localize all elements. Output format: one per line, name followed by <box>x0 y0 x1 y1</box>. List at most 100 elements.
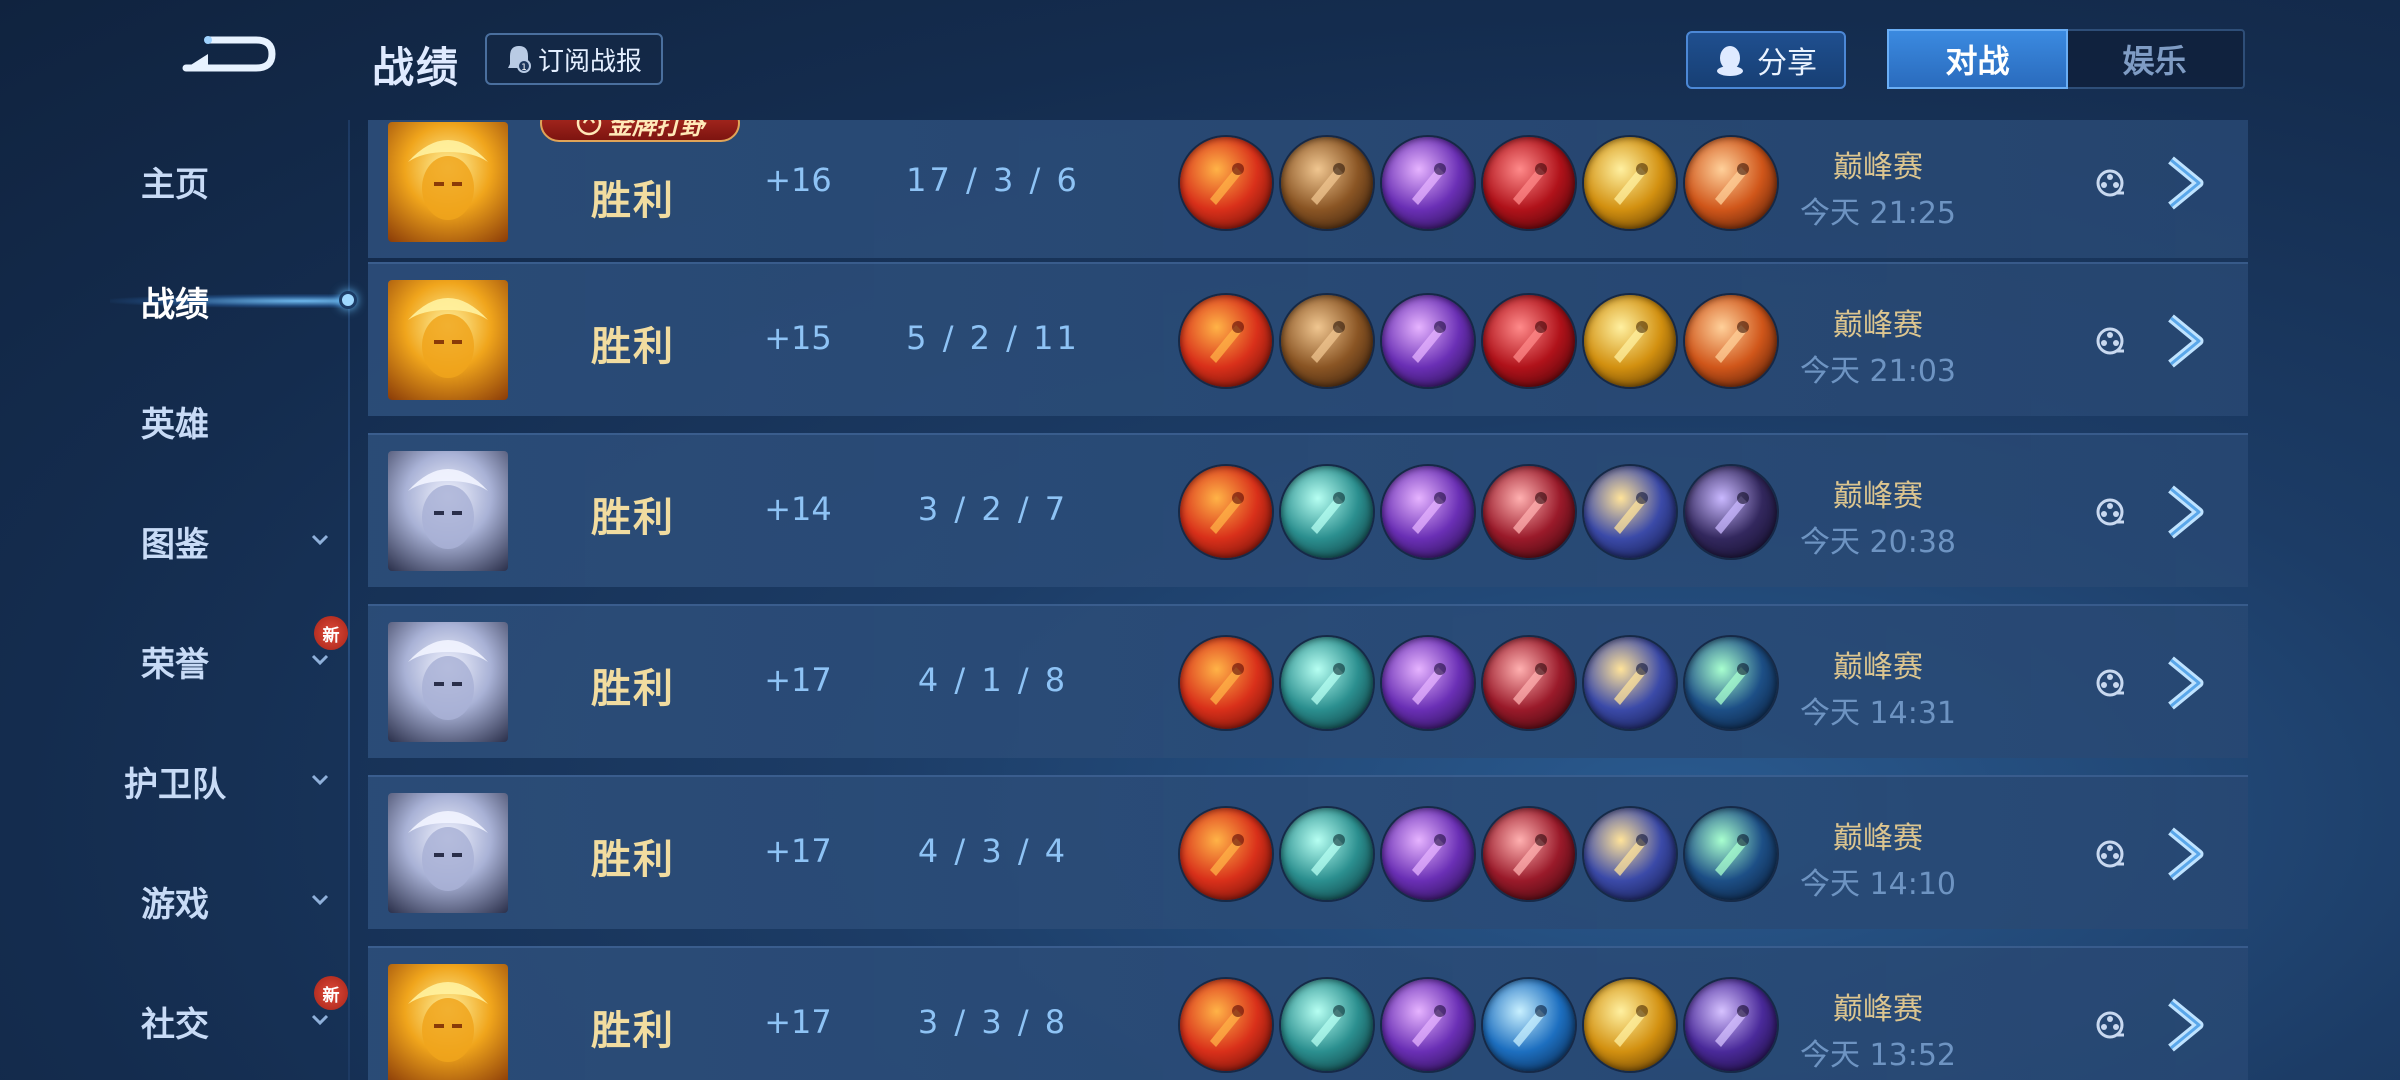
red-dagger-icon[interactable] <box>1180 137 1272 229</box>
sidebar-item-guard-team[interactable]: 护卫队 <box>0 746 350 816</box>
purple-axe-icon[interactable] <box>1382 137 1474 229</box>
purple-axe-icon[interactable] <box>1382 466 1474 558</box>
item-build <box>1180 979 1777 1071</box>
violet-spear-icon[interactable] <box>1685 979 1777 1071</box>
chevron-right-icon[interactable] <box>2163 156 2211 210</box>
badge-label: 金牌打野 <box>608 120 704 140</box>
chevron-down-icon <box>311 894 329 906</box>
match-row[interactable]: 胜利 +15 5 / 2 / 11 巅峰赛 今天 21:03 <box>368 262 2248 416</box>
match-points: +15 <box>764 319 832 357</box>
flame-bow-icon[interactable] <box>1685 137 1777 229</box>
golden-mace-icon[interactable] <box>1584 137 1676 229</box>
item-build <box>1180 295 1777 387</box>
crimson-armor-icon[interactable] <box>1483 808 1575 900</box>
chevron-down-icon <box>311 1014 329 1026</box>
bronze-boots-icon[interactable] <box>1281 295 1373 387</box>
chevron-right-icon[interactable] <box>2163 656 2211 710</box>
chevron-right-icon[interactable] <box>2163 998 2211 1052</box>
match-mode: 巅峰赛 <box>1833 308 1923 343</box>
match-result: 胜利 <box>591 324 675 370</box>
replay-film-icon[interactable] <box>2095 1010 2125 1040</box>
new-badge: 新 <box>314 616 348 650</box>
chevron-right-icon[interactable] <box>2163 485 2211 539</box>
green-hood-icon[interactable] <box>1685 808 1777 900</box>
crimson-armor-icon[interactable] <box>1483 466 1575 558</box>
match-row[interactable]: 金牌打野 胜利 +16 17 / 3 / 6 巅峰赛 今天 21:25 <box>368 120 2248 258</box>
golden-warrior-portrait-icon <box>408 298 488 378</box>
chevron-right-icon[interactable] <box>2163 314 2211 368</box>
crimson-armor-icon[interactable] <box>1483 637 1575 729</box>
red-dagger-icon[interactable] <box>1180 295 1272 387</box>
tab-entertainment[interactable]: 娱乐 <box>2066 31 2243 87</box>
golden-mace-icon[interactable] <box>1584 295 1676 387</box>
sidebar-item-label: 社交 <box>141 1004 209 1045</box>
chevron-right-icon[interactable] <box>2163 827 2211 881</box>
match-time: 今天 14:10 <box>1800 867 1956 902</box>
dark-cloak-icon[interactable] <box>1685 466 1777 558</box>
red-dagger-icon[interactable] <box>1180 979 1272 1071</box>
back-button[interactable] <box>178 28 278 84</box>
gold-web-icon[interactable] <box>1584 466 1676 558</box>
blue-sword-icon[interactable] <box>1483 979 1575 1071</box>
purple-axe-icon[interactable] <box>1382 637 1474 729</box>
sidebar-item-home[interactable]: 主页 <box>0 146 350 216</box>
subscribe-label: 订阅战报 <box>537 46 642 77</box>
sidebar-item-honor[interactable]: 荣誉 新 <box>0 616 350 696</box>
sidebar-item-records[interactable]: 战绩 <box>0 266 357 336</box>
red-dagger-icon[interactable] <box>1180 466 1272 558</box>
teal-boots-icon[interactable] <box>1281 637 1373 729</box>
teal-boots-icon[interactable] <box>1281 979 1373 1071</box>
flame-bow-icon[interactable] <box>1685 295 1777 387</box>
sidebar-item-heroes[interactable]: 英雄 <box>0 386 350 456</box>
back-arrow-icon <box>182 36 276 72</box>
teal-boots-icon[interactable] <box>1281 808 1373 900</box>
chevron-down-icon <box>311 534 329 546</box>
replay-film-icon[interactable] <box>2095 668 2125 698</box>
match-row[interactable]: 胜利 +17 4 / 1 / 8 巅峰赛 今天 14:31 <box>368 604 2248 758</box>
silver-haired-swordsman-portrait-icon <box>408 811 488 891</box>
match-kda: 3 / 3 / 8 <box>917 1003 1069 1041</box>
sidebar-item-social[interactable]: 社交 新 <box>0 976 350 1056</box>
match-mode: 巅峰赛 <box>1833 150 1923 185</box>
match-points: +17 <box>764 832 832 870</box>
red-dagger-icon[interactable] <box>1180 808 1272 900</box>
red-gauntlet-icon[interactable] <box>1483 137 1575 229</box>
match-row[interactable]: 胜利 +17 3 / 3 / 8 巅峰赛 今天 13:52 <box>368 946 2248 1080</box>
match-result: 胜利 <box>591 1008 675 1054</box>
match-mode: 巅峰赛 <box>1833 992 1923 1027</box>
red-gauntlet-icon[interactable] <box>1483 295 1575 387</box>
match-result: 胜利 <box>591 495 675 541</box>
bronze-boots-icon[interactable] <box>1281 137 1373 229</box>
subscribe-icon: 1 <box>507 46 531 73</box>
green-hood-icon[interactable] <box>1685 637 1777 729</box>
golden-mace-icon[interactable] <box>1584 979 1676 1071</box>
share-button[interactable]: 分享 <box>1686 31 1846 89</box>
chevron-down-icon <box>311 774 329 786</box>
purple-axe-icon[interactable] <box>1382 295 1474 387</box>
replay-film-icon[interactable] <box>2095 497 2125 527</box>
sidebar-item-games[interactable]: 游戏 <box>0 866 350 936</box>
tab-battle[interactable]: 对战 <box>1887 29 2068 89</box>
match-row[interactable]: 胜利 +17 4 / 3 / 4 巅峰赛 今天 14:10 <box>368 775 2248 929</box>
match-result: 胜利 <box>591 666 675 712</box>
match-time: 今天 13:52 <box>1800 1038 1956 1073</box>
match-row[interactable]: 胜利 +14 3 / 2 / 7 巅峰赛 今天 20:38 <box>368 433 2248 587</box>
hero-avatar <box>388 622 508 742</box>
sidebar-item-label: 荣誉 <box>141 644 209 685</box>
sidebar-item-codex[interactable]: 图鉴 <box>0 506 350 576</box>
hero-avatar <box>388 964 508 1080</box>
subscribe-report-button[interactable]: 1 订阅战报 <box>485 33 663 85</box>
purple-axe-icon[interactable] <box>1382 808 1474 900</box>
gold-web-icon[interactable] <box>1584 637 1676 729</box>
replay-film-icon[interactable] <box>2095 326 2125 356</box>
teal-boots-icon[interactable] <box>1281 466 1373 558</box>
replay-film-icon[interactable] <box>2095 168 2125 198</box>
item-build <box>1180 466 1777 558</box>
match-list[interactable]: 金牌打野 胜利 +16 17 / 3 / 6 巅峰赛 今天 21:25 胜利 +… <box>368 120 2248 1080</box>
gold-web-icon[interactable] <box>1584 808 1676 900</box>
red-dagger-icon[interactable] <box>1180 637 1272 729</box>
match-result: 胜利 <box>591 178 675 224</box>
replay-film-icon[interactable] <box>2095 839 2125 869</box>
purple-axe-icon[interactable] <box>1382 979 1474 1071</box>
match-points: +17 <box>764 1003 832 1041</box>
